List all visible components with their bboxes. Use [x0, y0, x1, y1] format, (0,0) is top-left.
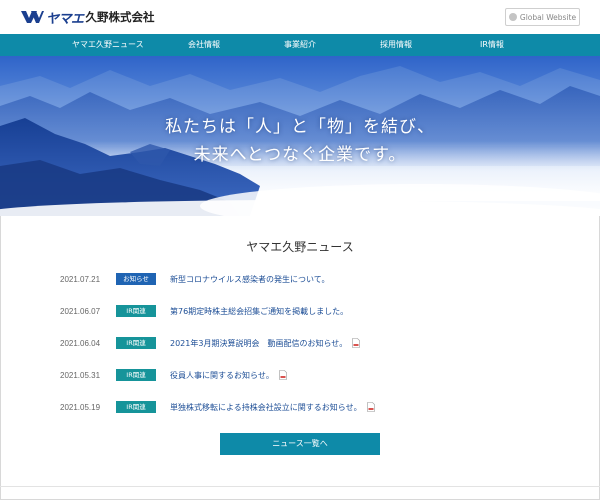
news-date: 2021.07.21	[60, 274, 101, 284]
news-date: 2021.05.19	[60, 402, 101, 412]
hero-tagline-line1: 私たちは「人」と「物」を結び、	[165, 117, 435, 137]
hero-banner: 私たちは「人」と「物」を結び、 未来へとつなぐ企業です。	[0, 56, 600, 216]
news-category-badge: IR関連	[116, 401, 156, 413]
news-link[interactable]: 2021年3月期決算説明会 動画配信のお知らせ。	[170, 338, 347, 349]
news-item: 2021.06.04 IR関連 2021年3月期決算説明会 動画配信のお知らせ。	[60, 336, 580, 350]
main-nav: ヤマエ久野ニュース 会社情報 事業紹介 採用情報 IR情報	[0, 34, 600, 56]
pdf-file-icon	[279, 370, 287, 380]
nav-item-recruit[interactable]: 採用情報	[380, 34, 412, 56]
global-website-button[interactable]: Global Website	[505, 8, 580, 26]
news-date: 2021.05.31	[60, 370, 101, 380]
global-website-label: Global Website	[519, 12, 577, 22]
news-link[interactable]: 役員人事に関するお知らせ。	[170, 370, 274, 381]
nav-item-company[interactable]: 会社情報	[188, 34, 220, 56]
news-link[interactable]: 単独株式移転による持株会社設立に関するお知らせ。	[170, 402, 362, 413]
news-category-badge: IR関連	[116, 369, 156, 381]
logo-kana-text: ヤマエ	[46, 11, 84, 27]
nav-item-business[interactable]: 事業紹介	[284, 34, 316, 56]
news-link[interactable]: 新型コロナウイルス感染者の発生について。	[170, 274, 330, 285]
news-link[interactable]: 第76期定時株主総会招集ご通知を掲載しました。	[170, 306, 348, 317]
news-date: 2021.06.07	[60, 306, 101, 316]
news-list-button[interactable]: ニュース一覧へ	[220, 433, 380, 455]
news-section-title: ヤマエ久野ニュース	[246, 240, 354, 254]
company-logo[interactable]: ヤマエ 久野株式会社	[20, 8, 155, 27]
news-item: 2021.05.31 IR関連 役員人事に関するお知らせ。	[60, 368, 580, 382]
news-item: 2021.06.07 IR関連 第76期定時株主総会招集ご通知を掲載しました。	[60, 304, 580, 318]
news-category-badge: お知らせ	[116, 273, 156, 285]
nav-item-news[interactable]: ヤマエ久野ニュース	[72, 34, 144, 56]
footer-divider	[0, 486, 600, 487]
pdf-file-icon	[352, 338, 361, 348]
news-category-badge: IR関連	[116, 305, 156, 317]
news-item: 2021.07.21 お知らせ 新型コロナウイルス感染者の発生について。	[60, 272, 580, 286]
news-item: 2021.05.19 IR関連 単独株式移転による持株会社設立に関するお知らせ。	[60, 400, 580, 414]
news-category-badge: IR関連	[116, 337, 156, 349]
logo-company-name: 久野株式会社	[85, 10, 155, 24]
hero-tagline-line2: 未来へとつなぐ企業です。	[193, 145, 407, 165]
globe-icon	[508, 13, 517, 21]
yamae-logo-icon	[21, 11, 44, 23]
nav-item-ir[interactable]: IR情報	[480, 34, 504, 56]
pdf-file-icon	[366, 402, 375, 412]
site-header: ヤマエ 久野株式会社 Global Website	[0, 0, 600, 34]
news-date: 2021.06.04	[60, 338, 101, 348]
